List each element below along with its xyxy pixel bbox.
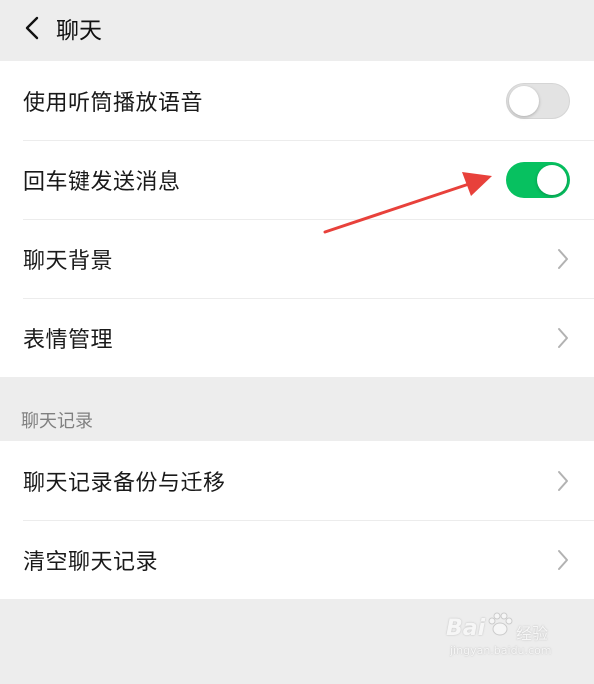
watermark-sub: 经验 [516,624,549,643]
baidu-watermark: Bai 经验 jingyan.baidu.com [446,610,566,666]
chevron-right-icon [556,326,570,350]
setting-label: 聊天记录备份与迁移 [23,470,226,496]
setting-label: 使用听筒播放语音 [23,90,204,116]
chevron-right-icon [556,469,570,493]
chevron-left-icon [25,16,39,40]
chevron-right-icon [556,548,570,572]
setting-chat-background[interactable]: 聊天背景 [0,219,594,298]
setting-label: 清空聊天记录 [23,549,159,575]
paw-logo-icon [488,612,513,636]
setting-enter-to-send[interactable]: 回车键发送消息 [0,140,594,219]
watermark-url: jingyan.baidu.com [450,644,552,657]
section-header-chat-history: 聊天记录 [21,411,93,432]
setting-label: 聊天背景 [23,248,114,274]
setting-backup-migrate[interactable]: 聊天记录备份与迁移 [0,441,594,520]
toggle-knob [509,85,539,116]
watermark-brand: Bai [446,616,486,641]
setting-sticker-management[interactable]: 表情管理 [0,298,594,377]
chat-history-group: 聊天记录备份与迁移 清空聊天记录 [0,441,594,599]
setting-label: 回车键发送消息 [23,169,181,195]
back-button[interactable] [12,0,52,56]
receiver-playback-toggle[interactable] [506,82,570,119]
setting-clear-history[interactable]: 清空聊天记录 [0,520,594,599]
top-bar: 聊天 [0,0,594,56]
page-title: 聊天 [56,18,102,44]
enter-to-send-toggle[interactable] [506,161,570,198]
chat-settings-screen: 聊天 使用听筒播放语音 回车键发送消息 聊天背景 表情管理 聊天记录 聊天记录备… [0,0,594,684]
chevron-right-icon [556,247,570,271]
chat-settings-group: 使用听筒播放语音 回车键发送消息 聊天背景 表情管理 [0,61,594,377]
setting-label: 表情管理 [23,327,114,353]
toggle-knob [537,164,567,195]
setting-receiver-playback[interactable]: 使用听筒播放语音 [0,61,594,140]
